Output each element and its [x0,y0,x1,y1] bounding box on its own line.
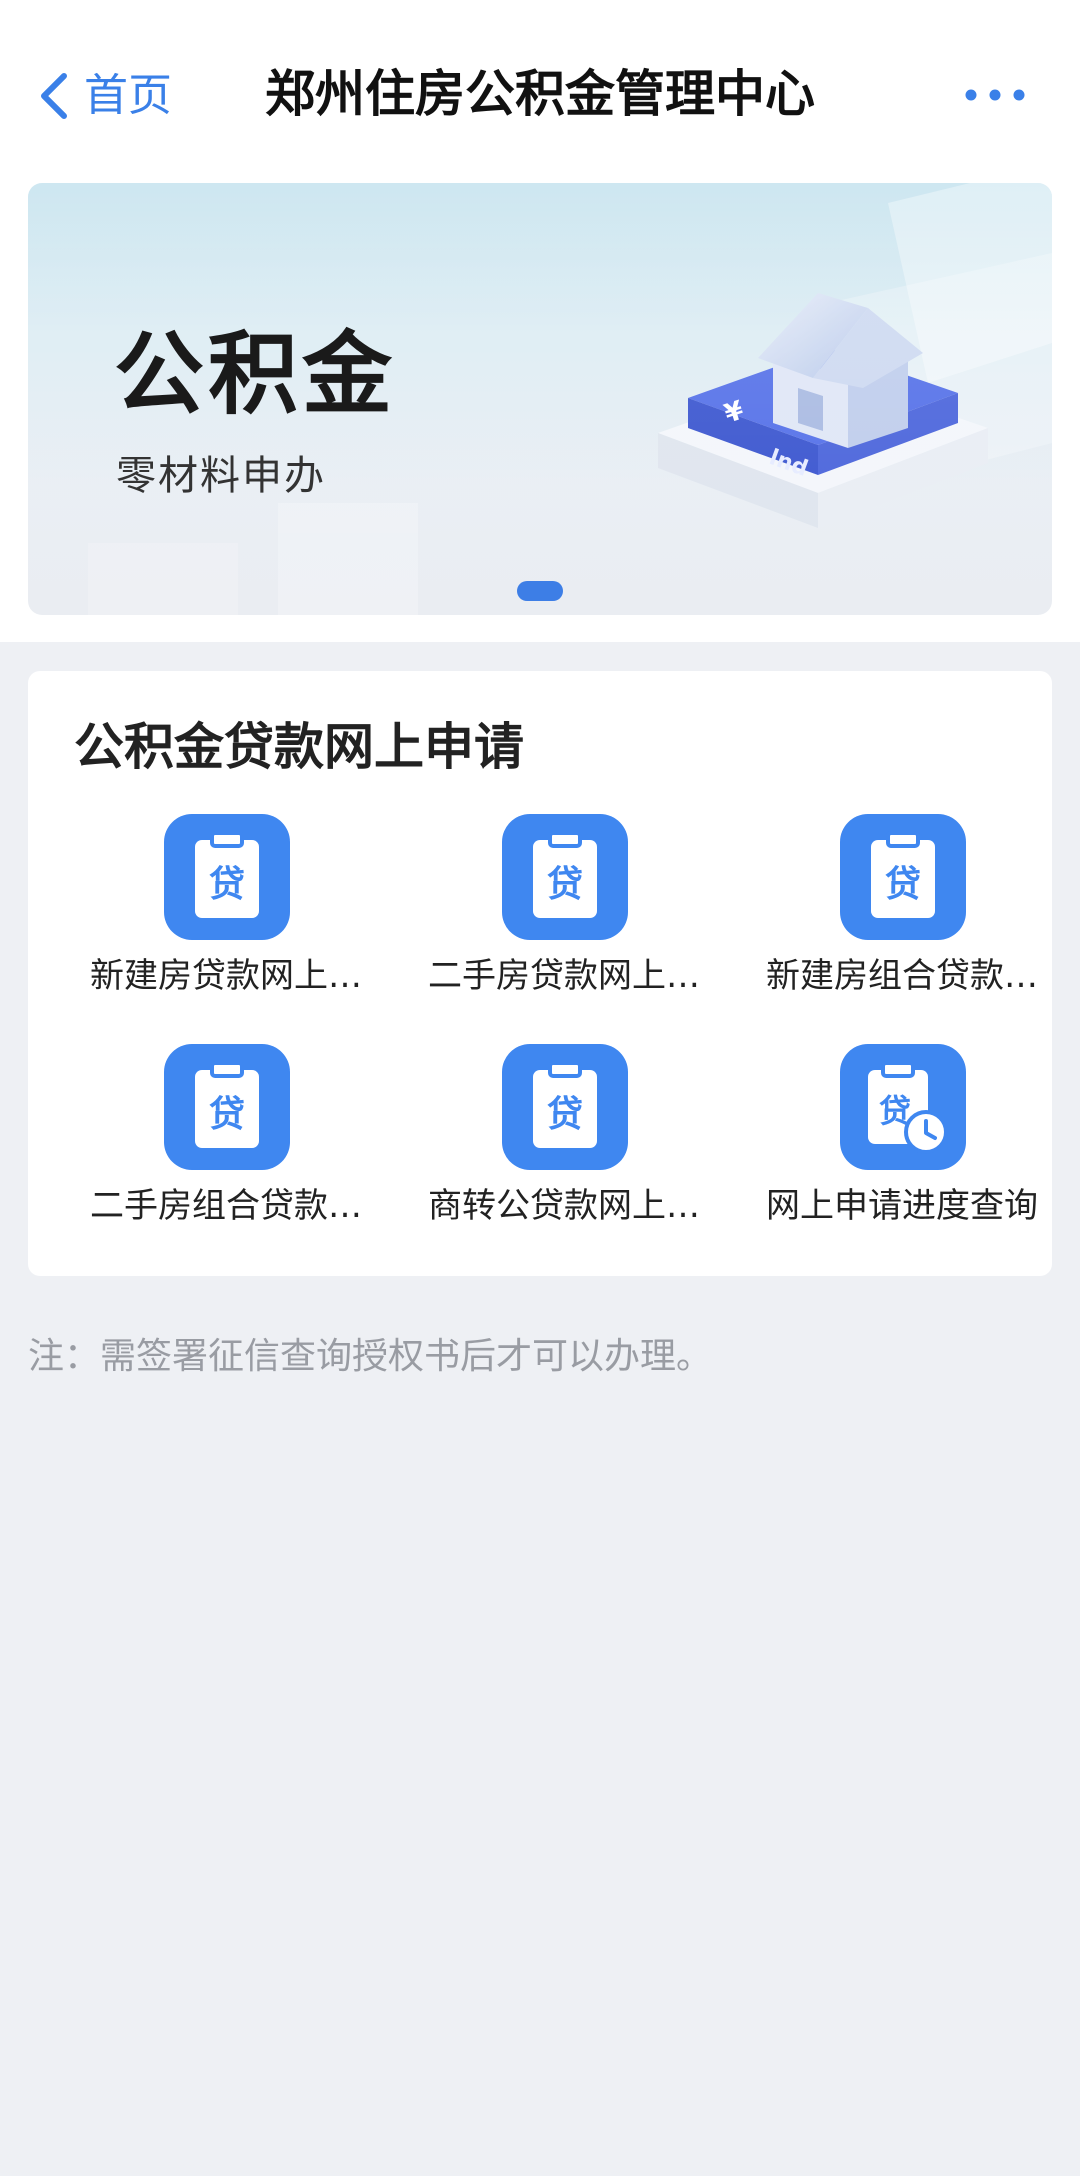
loan-clipboard-icon: 贷 [502,1044,628,1170]
promo-banner[interactable]: ¥ lnd 公积金 零材料申办 [28,183,1052,615]
new-house-combined-loan-item[interactable]: 贷 新建房组合贷款… [762,814,1042,1014]
back-button[interactable]: 首页 [36,66,172,126]
footnote: 注：需签署征信查询授权书后才可以办理。 [28,1336,713,1377]
application-progress-item[interactable]: 贷 网上申请进度查询 [762,1044,1042,1244]
svg-text:贷: 贷 [547,1094,583,1135]
commercial-to-fund-loan-item[interactable]: 贷 商转公贷款网上… [424,1044,704,1244]
item-label: 二手房组合贷款… [90,1186,362,1226]
back-label: 首页 [84,70,172,121]
loan-application-card: 公积金贷款网上申请 贷 新建房贷款网上… 贷 二手房贷款网上… 贷 新建房组合贷… [28,671,1052,1276]
section-title: 公积金贷款网上申请 [74,718,524,776]
more-options-button[interactable] [960,78,1030,112]
new-house-loan-item[interactable]: 贷 新建房贷款网上… [86,814,366,1014]
svg-text:贷: 贷 [209,1094,245,1135]
loan-progress-clock-icon: 贷 [840,1044,966,1170]
page-title: 郑州住房公积金管理中心 [265,65,815,123]
banner-title: 公积金 [114,322,396,427]
item-label: 新建房贷款网上… [90,956,362,996]
navigation-bar: 首页 郑州住房公积金管理中心 [0,0,1080,190]
second-hand-combined-loan-item[interactable]: 贷 二手房组合贷款… [86,1044,366,1244]
item-label: 二手房贷款网上… [428,956,700,996]
item-label: 商转公贷款网上… [428,1186,700,1226]
more-dots-icon [965,89,1025,101]
loan-clipboard-icon: 贷 [502,814,628,940]
loan-clipboard-icon: 贷 [164,814,290,940]
carousel-indicator [517,581,563,601]
svg-text:贷: 贷 [547,864,583,905]
header-area: 首页 郑州住房公积金管理中心 ¥ lnd 公积金 零材料申办 [0,0,1080,642]
loan-clipboard-icon: 贷 [164,1044,290,1170]
banner-subtitle: 零材料申办 [116,453,326,499]
svg-text:贷: 贷 [885,864,921,905]
chevron-left-icon [41,73,67,119]
item-label: 新建房组合贷款… [766,956,1038,996]
second-hand-house-loan-item[interactable]: 贷 二手房贷款网上… [424,814,704,1014]
svg-text:贷: 贷 [209,864,245,905]
item-label: 网上申请进度查询 [766,1186,1038,1226]
loan-clipboard-icon: 贷 [840,814,966,940]
